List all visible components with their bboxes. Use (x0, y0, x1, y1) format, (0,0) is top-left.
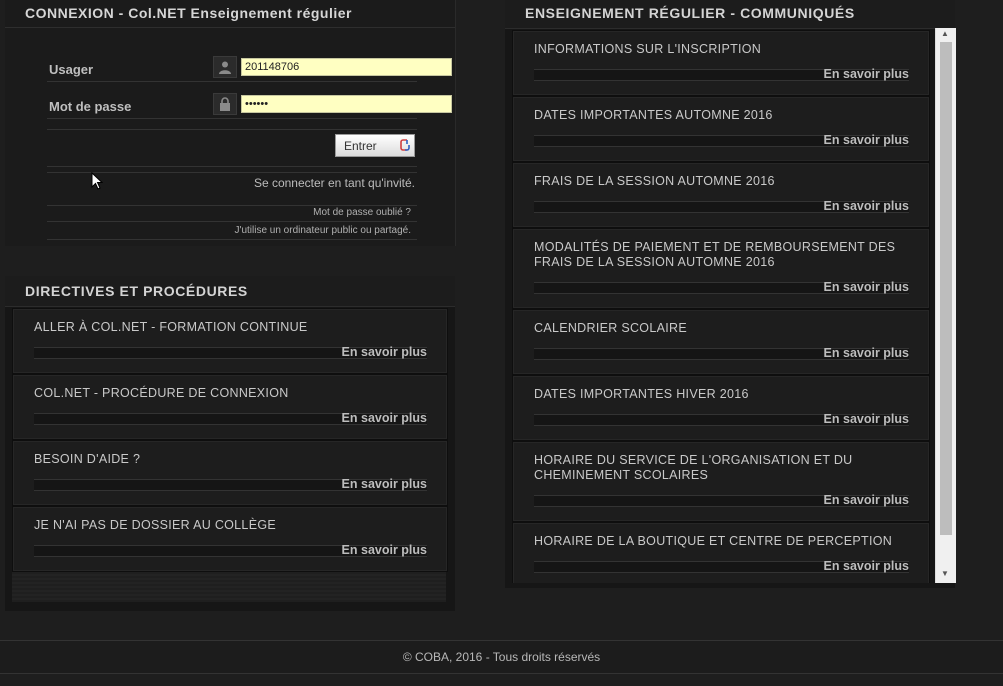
directive-card: JE N'AI PAS DE DOSSIER AU COLLÈGE En sav… (12, 506, 448, 572)
lock-icon (213, 93, 237, 115)
communique-card: HORAIRE DE LA BOUTIQUE ET CENTRE DE PERC… (512, 522, 930, 583)
user-icon (213, 56, 237, 78)
directive-card: BESOIN D'AIDE ? En savoir plus (12, 440, 448, 506)
more-link[interactable]: En savoir plus (824, 133, 909, 147)
directives-panel: DIRECTIVES ET PROCÉDURES ALLER À COL.NET… (5, 276, 455, 611)
card-title: COL.NET - PROCÉDURE DE CONNEXION (34, 386, 289, 400)
card-title: BESOIN D'AIDE ? (34, 452, 141, 466)
card-title: MODALITÉS DE PAIEMENT ET DE REMBOURSEMEN… (534, 240, 896, 269)
more-link[interactable]: En savoir plus (342, 411, 427, 425)
copyright-text: © COBA, 2016 - Tous droits réservés (402, 650, 601, 664)
card-title: JE N'AI PAS DE DOSSIER AU COLLÈGE (34, 518, 276, 532)
guest-login-link[interactable]: Se connecter en tant qu'invité. (254, 176, 415, 190)
password-input[interactable] (241, 95, 452, 113)
communique-card: INFORMATIONS SUR L'INSCRIPTION En savoir… (512, 30, 930, 96)
footer: © COBA, 2016 - Tous droits réservés (0, 640, 1003, 674)
password-row: Mot de passe (47, 93, 452, 119)
enter-label: Entrer (344, 138, 377, 153)
more-link[interactable]: En savoir plus (342, 345, 427, 359)
communique-card: FRAIS DE LA SESSION AUTOMNE 2016 En savo… (512, 162, 930, 228)
refresh-icon (400, 138, 410, 155)
login-title: CONNEXION - Col.NET Enseignement régulie… (5, 0, 455, 28)
communique-card: DATES IMPORTANTES AUTOMNE 2016 En savoir… (512, 96, 930, 162)
login-panel: CONNEXION - Col.NET Enseignement régulie… (5, 0, 456, 246)
communique-card: CALENDRIER SCOLAIRE En savoir plus (512, 309, 930, 375)
communiques-list[interactable]: INFORMATIONS SUR L'INSCRIPTION En savoir… (505, 28, 935, 583)
panel-footer-strip (12, 572, 446, 602)
communique-card: DATES IMPORTANTES HIVER 2016 En savoir p… (512, 375, 930, 441)
card-title: DATES IMPORTANTES AUTOMNE 2016 (534, 108, 773, 122)
password-label: Mot de passe (49, 99, 132, 114)
enter-button[interactable]: Entrer (335, 134, 415, 157)
more-link[interactable]: En savoir plus (824, 493, 909, 507)
communiques-title-bar: ENSEIGNEMENT RÉGULIER - COMMUNIQUÉS (505, 0, 955, 29)
more-link[interactable]: En savoir plus (824, 412, 909, 426)
card-title: DATES IMPORTANTES HIVER 2016 (534, 387, 749, 401)
card-title: INFORMATIONS SUR L'INSCRIPTION (534, 42, 762, 56)
card-title: FRAIS DE LA SESSION AUTOMNE 2016 (534, 174, 775, 188)
more-link[interactable]: En savoir plus (824, 67, 909, 81)
card-title: HORAIRE DE LA BOUTIQUE ET CENTRE DE PERC… (534, 534, 893, 548)
username-input[interactable] (241, 58, 452, 76)
scroll-down-icon[interactable]: ▼ (941, 569, 949, 578)
more-link[interactable]: En savoir plus (824, 199, 909, 213)
more-link[interactable]: En savoir plus (824, 346, 909, 360)
card-title: CALENDRIER SCOLAIRE (534, 321, 687, 335)
communiques-title: ENSEIGNEMENT RÉGULIER - COMMUNIQUÉS (525, 5, 855, 21)
directive-card: ALLER À COL.NET - FORMATION CONTINUE En … (12, 308, 448, 374)
username-label: Usager (49, 62, 94, 77)
communiques-scrollbar[interactable]: ▲ ▼ (935, 28, 956, 583)
username-row: Usager (47, 56, 452, 82)
more-link[interactable]: En savoir plus (342, 543, 427, 557)
forgot-password-link[interactable]: Mot de passe oublié ? (313, 207, 411, 218)
more-link[interactable]: En savoir plus (824, 559, 909, 573)
public-computer-link[interactable]: J'utilise un ordinateur public ou partag… (235, 225, 411, 236)
directives-title-bar: DIRECTIVES ET PROCÉDURES (5, 276, 455, 307)
card-title: HORAIRE DU SERVICE DE L'ORGANISATION ET … (534, 453, 853, 482)
more-link[interactable]: En savoir plus (824, 280, 909, 294)
more-link[interactable]: En savoir plus (342, 477, 427, 491)
card-title: ALLER À COL.NET - FORMATION CONTINUE (34, 320, 308, 334)
directive-card: COL.NET - PROCÉDURE DE CONNEXION En savo… (12, 374, 448, 440)
divider (47, 220, 417, 222)
communique-card: HORAIRE DU SERVICE DE L'ORGANISATION ET … (512, 441, 930, 522)
divider (47, 238, 417, 240)
scroll-up-icon[interactable]: ▲ (941, 29, 949, 38)
mouse-cursor-icon (91, 172, 103, 190)
directives-title: DIRECTIVES ET PROCÉDURES (25, 283, 248, 299)
communique-card: MODALITÉS DE PAIEMENT ET DE REMBOURSEMEN… (512, 228, 930, 309)
scroll-thumb[interactable] (940, 42, 952, 535)
